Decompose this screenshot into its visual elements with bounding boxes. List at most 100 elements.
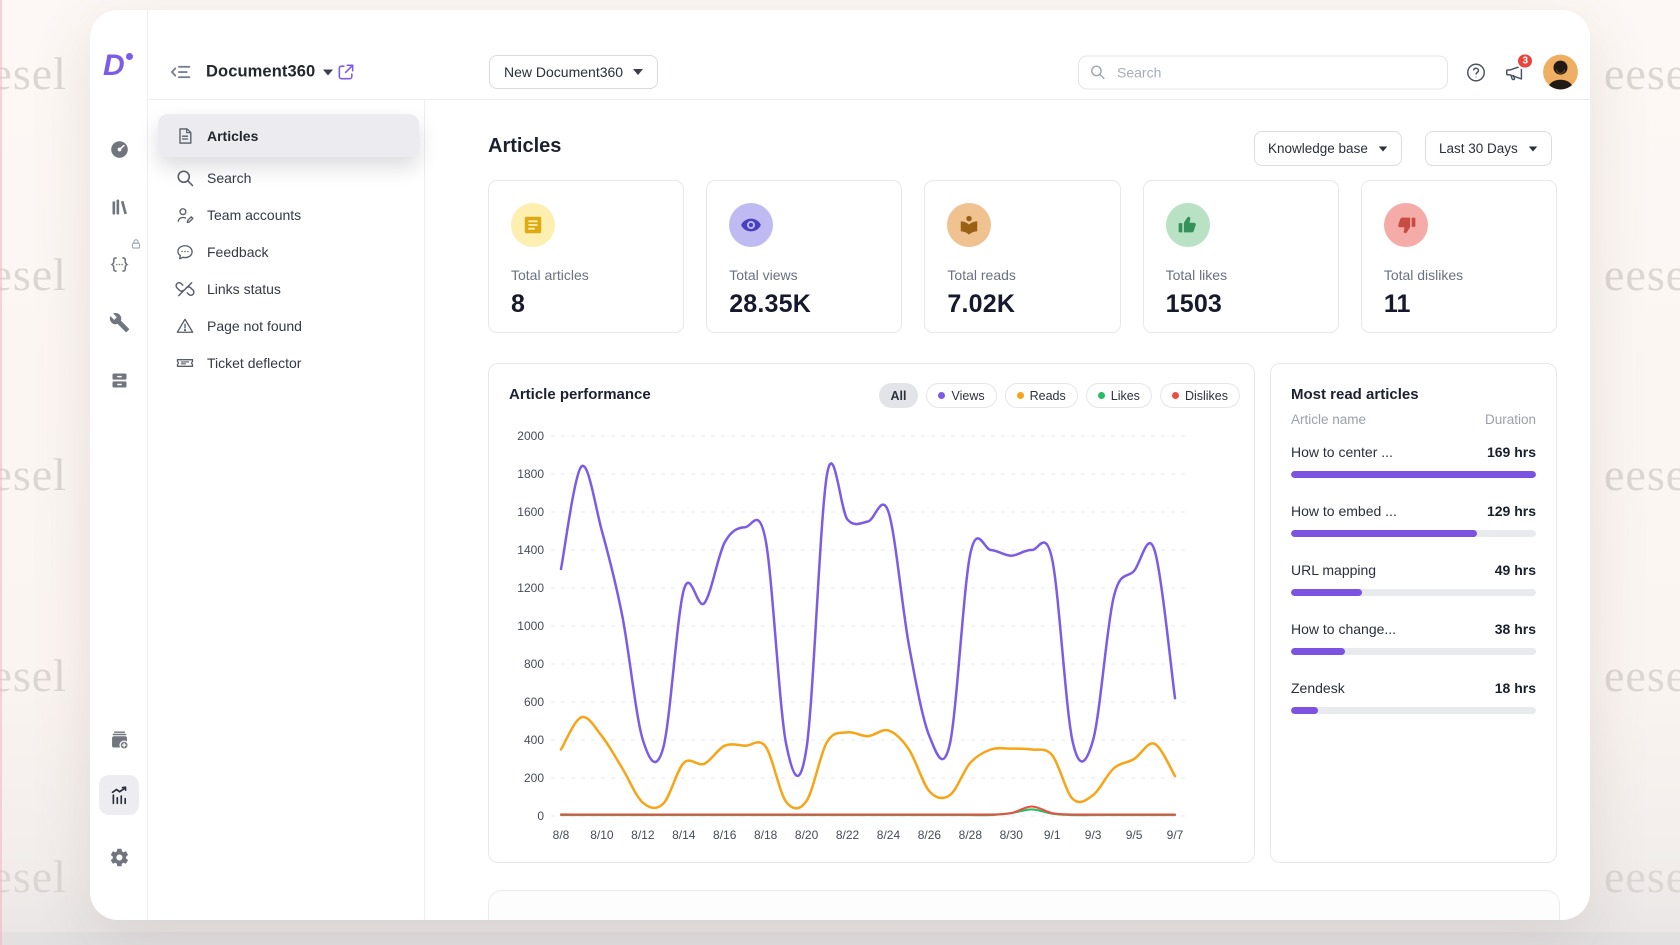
- svg-text:9/1: 9/1: [1044, 828, 1061, 842]
- svg-text:8/18: 8/18: [754, 828, 778, 842]
- stat-label: Total reads: [947, 267, 1097, 283]
- svg-text:8/28: 8/28: [959, 828, 983, 842]
- stat-value: 11: [1384, 290, 1534, 319]
- article-duration: 169 hrs: [1487, 444, 1536, 460]
- rail-drawers-icon[interactable]: [99, 360, 139, 400]
- duration-bar-fill: [1291, 471, 1536, 478]
- notifications-megaphone-icon[interactable]: 3: [1504, 61, 1526, 83]
- article-name[interactable]: Zendesk: [1291, 680, 1345, 696]
- svg-text:600: 600: [524, 695, 544, 709]
- stat-value: 7.02K: [947, 290, 1097, 319]
- svg-text:8/10: 8/10: [590, 828, 614, 842]
- most-read-row-top: How to center ... 169 hrs: [1291, 444, 1536, 460]
- watermark-left: eesel: [0, 448, 67, 501]
- chevron-down-icon: [633, 69, 643, 75]
- duration-bar-track: [1291, 648, 1536, 655]
- rail-code-icon[interactable]: [99, 244, 139, 284]
- sidebar-item-search[interactable]: Search: [158, 159, 419, 196]
- sidebar-items: Articles SearchTeam accountsFeedback Links…: [158, 114, 419, 381]
- stat-card-total-likes: Total likes 1503: [1143, 180, 1339, 333]
- views-line: [561, 463, 1175, 776]
- article-name[interactable]: How to embed ...: [1291, 503, 1397, 519]
- watermark-right: eesel: [1604, 248, 1680, 301]
- search-icon: [1089, 63, 1106, 80]
- article-name[interactable]: How to center ...: [1291, 444, 1393, 460]
- app-window: D Document360 New Document360: [90, 10, 1590, 920]
- stat-card-total-views: Total views28.35K: [706, 180, 902, 333]
- rail-tools-icon[interactable]: [99, 302, 139, 342]
- article-duration: 18 hrs: [1495, 680, 1536, 696]
- most-read-row: How to embed ...129 hrs: [1291, 503, 1536, 562]
- rail-analytics-icon[interactable]: [99, 775, 139, 815]
- date-range-dropdown[interactable]: Last 30 Days: [1425, 131, 1552, 166]
- sidebar-item-articles[interactable]: Articles: [158, 114, 419, 157]
- svg-text:8/14: 8/14: [672, 828, 696, 842]
- svg-text:1800: 1800: [517, 467, 544, 481]
- document360-logo[interactable]: D: [103, 50, 135, 82]
- svg-text:8/30: 8/30: [1000, 828, 1024, 842]
- rail-dashboard-icon[interactable]: [99, 129, 139, 169]
- sidebar-item-team-accounts[interactable]: Team accounts: [158, 196, 419, 233]
- project-name: Document360: [206, 63, 315, 82]
- most-read-row: Zendesk 18 hrs: [1291, 680, 1536, 739]
- rail-settings-icon[interactable]: [99, 837, 139, 877]
- watermark-left: eesel: [0, 850, 67, 903]
- sidebar-item-links-status[interactable]: Links status: [158, 270, 419, 307]
- search-input[interactable]: [1078, 55, 1448, 89]
- sidebar-item-label: Links status: [207, 281, 281, 297]
- stat-label: Total likes: [1166, 267, 1316, 283]
- svg-text:8/12: 8/12: [631, 828, 655, 842]
- external-link-icon[interactable]: [336, 62, 356, 82]
- stat-value: 8: [511, 290, 661, 319]
- logo-dot: [126, 53, 133, 60]
- project-switcher[interactable]: Document360: [206, 63, 333, 82]
- page-title: Articles: [488, 135, 561, 158]
- article-duration: 38 hrs: [1495, 621, 1536, 637]
- watermark-left: eesel: [0, 649, 67, 702]
- bottom-strip: [0, 932, 1680, 945]
- watermark-left: eesel: [0, 47, 67, 100]
- rail-add-docs-icon[interactable]: [99, 720, 139, 760]
- watermark-right: eesel: [1604, 47, 1680, 100]
- most-read-header: Article name Duration: [1291, 412, 1536, 427]
- duration-bar-track: [1291, 471, 1536, 478]
- stat-cards-row: Total articles8Total views28.35KTotal re…: [488, 180, 1557, 333]
- sidebar-item-page-not-found[interactable]: Page not found: [158, 307, 419, 344]
- article-name[interactable]: URL mapping: [1291, 562, 1376, 578]
- lock-icon: [130, 237, 142, 249]
- article-performance-card: Article performance AllViewsReadsLikesDi…: [488, 363, 1255, 863]
- most-read-row-top: How to change... 38 hrs: [1291, 621, 1536, 637]
- knowledge-base-dropdown[interactable]: Knowledge base: [1254, 131, 1402, 166]
- stat-value: 28.35K: [729, 290, 879, 319]
- new-project-button[interactable]: New Document360: [489, 55, 658, 89]
- sidebar-item-label: Articles: [207, 128, 258, 144]
- reader-icon: [947, 203, 991, 247]
- svg-text:1600: 1600: [517, 505, 544, 519]
- chevron-down-icon: [323, 69, 333, 75]
- most-read-rows: How to center ... 169 hrs How to embed ...…: [1291, 444, 1536, 739]
- most-read-row: URL mapping49 hrs: [1291, 562, 1536, 621]
- help-icon[interactable]: [1465, 61, 1487, 83]
- article-name[interactable]: How to change...: [1291, 621, 1396, 637]
- news-icon: [511, 203, 555, 247]
- duration-bar-track: [1291, 589, 1536, 596]
- sidebar-item-feedback[interactable]: Feedback: [158, 233, 419, 270]
- duration-bar-track: [1291, 530, 1536, 537]
- svg-text:200: 200: [524, 771, 544, 785]
- rail-library-icon[interactable]: [99, 187, 139, 227]
- sidebar-item-ticket-deflector[interactable]: Ticket deflector: [158, 344, 419, 381]
- chevron-down-icon: [1529, 146, 1538, 151]
- most-read-articles-card: Most read articles Article name Duration…: [1270, 363, 1557, 863]
- stat-card-total-reads: Total reads 7.02K: [924, 180, 1120, 333]
- svg-text:8/20: 8/20: [795, 828, 819, 842]
- search-icon: [175, 168, 195, 188]
- sidebar-item-label: Page not found: [207, 318, 302, 334]
- svg-text:8/24: 8/24: [877, 828, 901, 842]
- stat-value: 1503: [1166, 290, 1316, 319]
- warning-icon: [175, 316, 195, 336]
- user-avatar[interactable]: [1543, 55, 1578, 90]
- next-section-panel: [488, 890, 1560, 920]
- svg-text:800: 800: [524, 657, 544, 671]
- column-article-name: Article name: [1291, 412, 1366, 427]
- collapse-sidebar-icon[interactable]: [168, 60, 193, 85]
